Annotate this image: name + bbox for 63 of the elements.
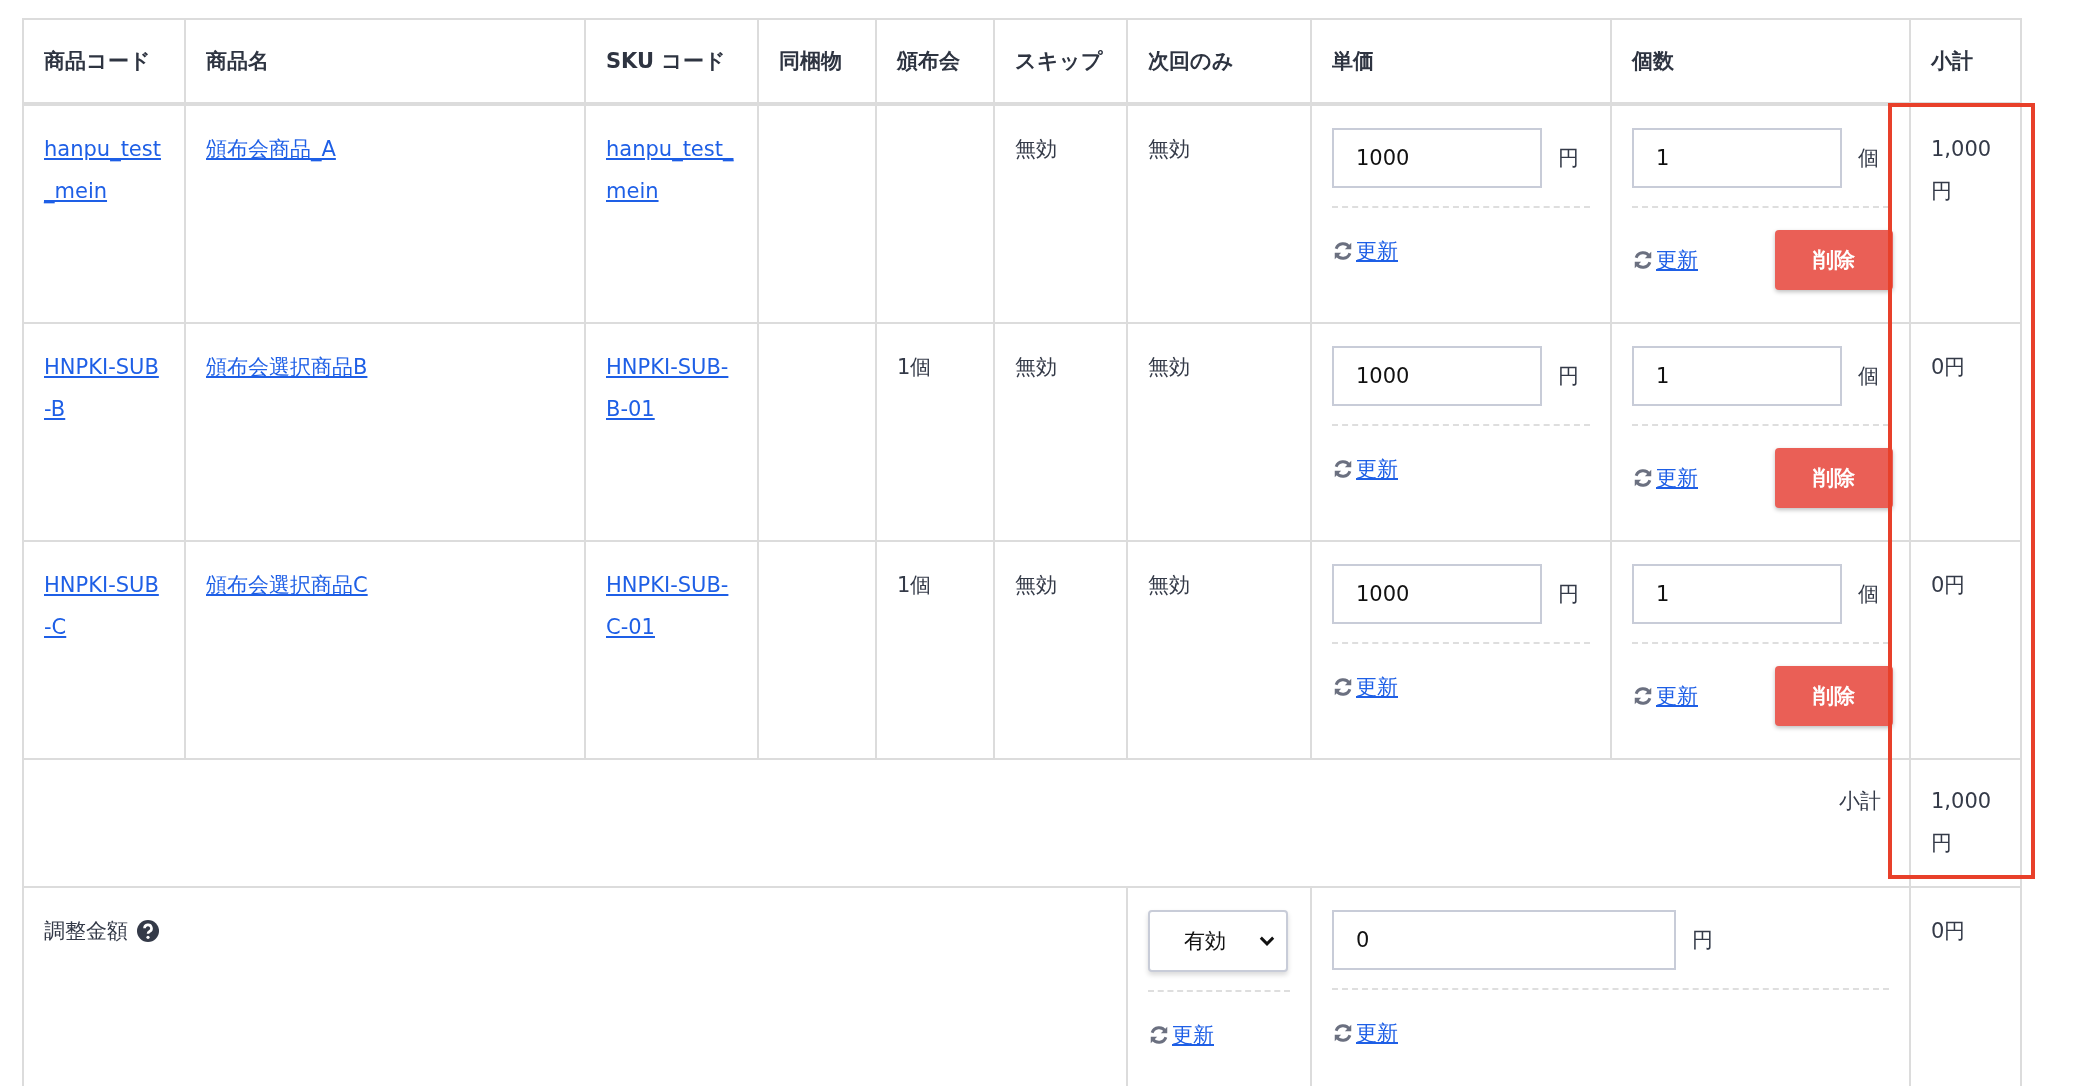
adjustment-subtotal: 0円 [1931,918,1967,945]
next-only-status: 無効 [1148,573,1190,597]
subtotal-value: 0円 [1931,354,1967,381]
update-link[interactable]: 更新 [1656,675,1698,717]
product-name-link[interactable]: 頒布会選択商品C [206,564,368,606]
adjustment-amount-input[interactable]: 0 [1332,910,1676,970]
update-link[interactable]: 更新 [1656,239,1698,281]
refresh-icon[interactable] [1332,240,1354,262]
refresh-icon[interactable] [1332,458,1354,480]
update-link[interactable]: 更新 [1356,448,1398,490]
unit-label: 円 [1692,927,1713,954]
next-only-status: 無効 [1148,355,1190,379]
column-header: 単価 [1311,19,1611,104]
column-header: 頒布会 [876,19,994,104]
unit-price-input[interactable]: 1000 [1332,346,1542,406]
subtotal-value: 1,000円 [1931,788,1993,857]
column-header: 同梱物 [758,19,876,104]
refresh-icon[interactable] [1632,685,1654,707]
adjustment-label: 調整金額 [44,918,128,945]
unit-label: 円 [1558,581,1579,608]
column-header: スキップ [994,19,1127,104]
quantity-input[interactable]: 1 [1632,564,1842,624]
unit-label: 個 [1858,363,1879,390]
subtotal-label: 小計 [1839,789,1881,813]
subscription-count: 1個 [897,573,932,597]
skip-status: 無効 [1015,355,1057,379]
refresh-icon[interactable] [1632,467,1654,489]
quantity-input[interactable]: 1 [1632,128,1842,188]
subtotal-value: 0円 [1931,572,1967,599]
product-name-link[interactable]: 頒布会選択商品B [206,346,368,388]
refresh-icon[interactable] [1332,676,1354,698]
delete-button[interactable]: 削除 [1775,448,1893,508]
column-header: 次回のみ [1127,19,1311,104]
delete-button[interactable]: 削除 [1775,230,1893,290]
update-link[interactable]: 更新 [1172,1014,1214,1056]
quantity-input[interactable]: 1 [1632,346,1842,406]
help-icon[interactable] [136,919,160,943]
column-header: 商品名 [185,19,585,104]
update-link[interactable]: 更新 [1356,230,1398,272]
refresh-icon[interactable] [1332,1022,1354,1044]
refresh-icon[interactable] [1632,249,1654,271]
update-link[interactable]: 更新 [1356,666,1398,708]
unit-label: 円 [1558,145,1579,172]
unit-label: 円 [1558,363,1579,390]
product-name-link[interactable]: 頒布会商品_A [206,128,336,170]
unit-price-input[interactable]: 1000 [1332,128,1542,188]
skip-status: 無効 [1015,137,1057,161]
column-header: SKU コード [585,19,758,104]
subscription-count: 1個 [897,355,932,379]
delete-button[interactable]: 削除 [1775,666,1893,726]
unit-price-input[interactable]: 1000 [1332,564,1542,624]
update-link[interactable]: 更新 [1656,457,1698,499]
subtotal-value: 1,000円 [1931,136,1993,205]
unit-label: 個 [1858,581,1879,608]
refresh-icon[interactable] [1148,1024,1170,1046]
status-select[interactable]: 有効 [1148,910,1288,972]
next-only-status: 無効 [1148,137,1190,161]
column-header: 小計 [1910,19,2021,104]
column-header: 個数 [1611,19,1910,104]
skip-status: 無効 [1015,573,1057,597]
unit-label: 個 [1858,145,1879,172]
update-link[interactable]: 更新 [1356,1012,1398,1054]
column-header: 商品コード [23,19,185,104]
